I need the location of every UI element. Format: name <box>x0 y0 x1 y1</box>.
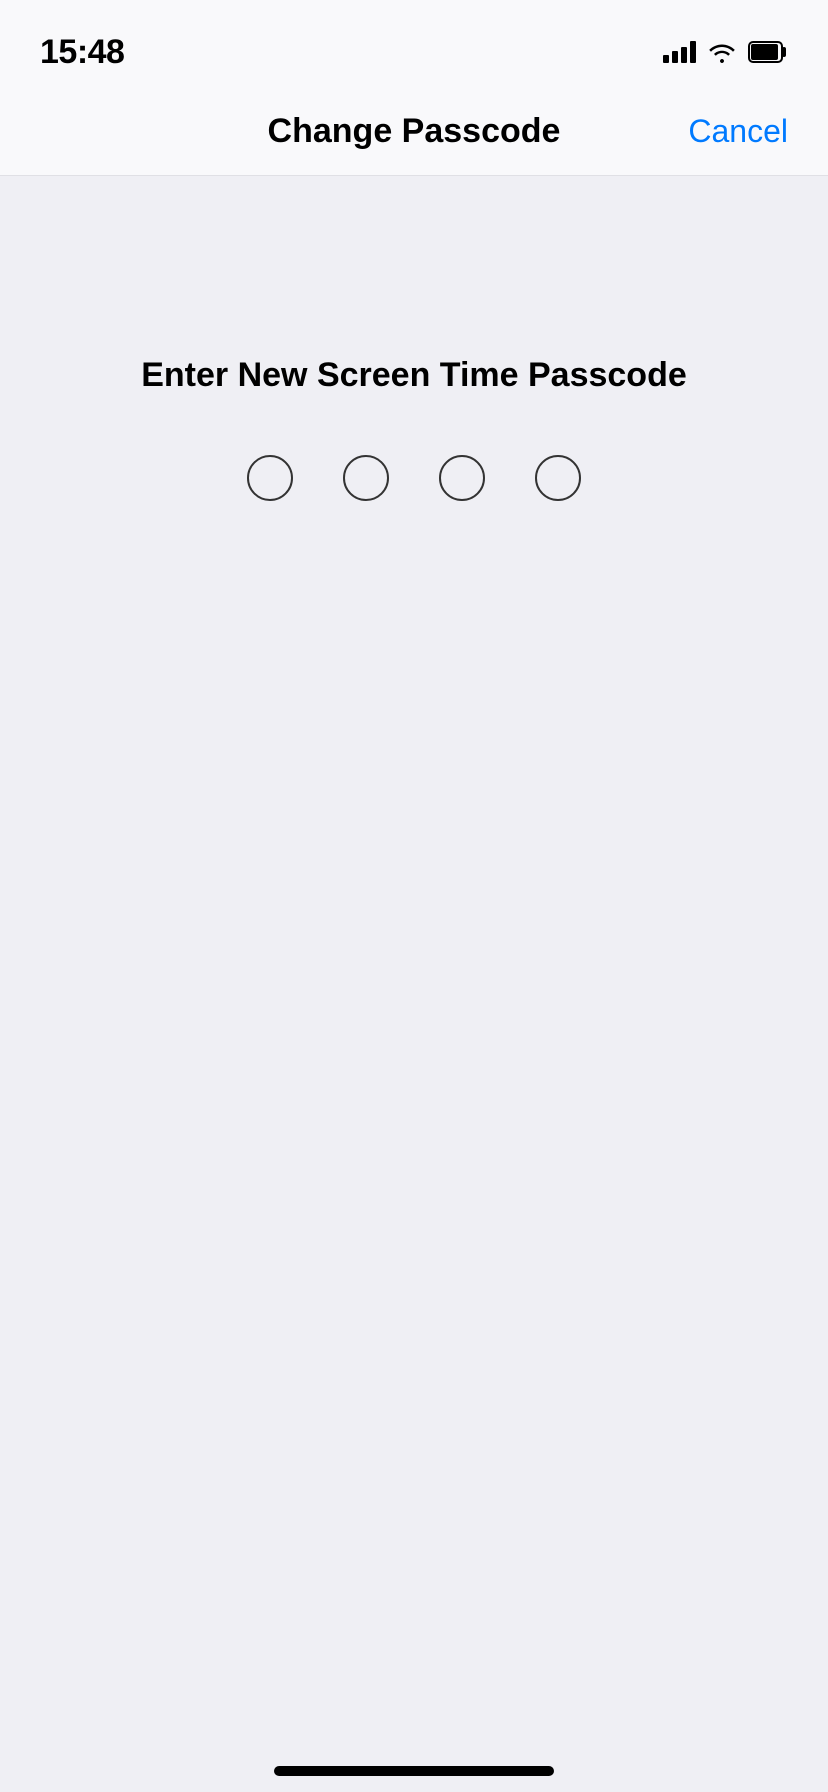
signal-icon <box>663 41 696 63</box>
status-icons <box>663 41 788 63</box>
passcode-dot-1 <box>247 455 293 501</box>
passcode-dots <box>247 455 581 501</box>
signal-bar-2 <box>672 51 678 63</box>
signal-bar-3 <box>681 47 687 63</box>
passcode-dot-2 <box>343 455 389 501</box>
home-indicator <box>274 1766 554 1776</box>
battery-icon <box>748 41 788 63</box>
nav-title: Change Passcode <box>268 112 561 151</box>
prompt-text: Enter New Screen Time Passcode <box>141 356 687 395</box>
nav-bar: Change Passcode Cancel <box>0 88 828 176</box>
content-area: Enter New Screen Time Passcode <box>0 176 828 1792</box>
status-time: 15:48 <box>40 33 124 72</box>
cancel-button[interactable]: Cancel <box>688 113 788 150</box>
signal-bar-1 <box>663 55 669 63</box>
wifi-icon <box>708 41 736 63</box>
passcode-dot-4 <box>535 455 581 501</box>
status-bar: 15:48 <box>0 0 828 88</box>
passcode-dot-3 <box>439 455 485 501</box>
signal-bar-4 <box>690 41 696 63</box>
